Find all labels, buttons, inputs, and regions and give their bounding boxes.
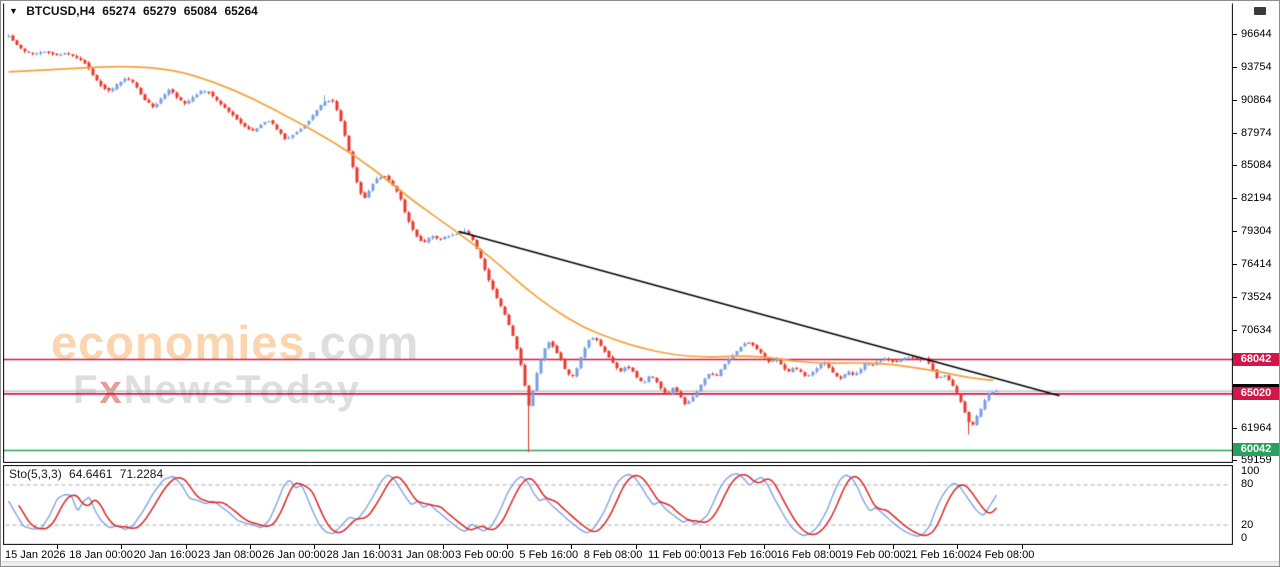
- date-axis-label: 20 Jan 16:00: [133, 549, 198, 561]
- chart-window: economies.com FxNewsToday ▼ BTCUSD,H4 65…: [0, 0, 1280, 567]
- price-axis-label: 73524: [1241, 290, 1272, 303]
- price-axis-tick: [1233, 231, 1237, 233]
- price-axis-label: 79304: [1241, 225, 1272, 238]
- price-axis-tick: [1233, 459, 1237, 461]
- date-axis-label: 3 Feb 00:00: [455, 549, 514, 561]
- date-axis-label: 11 Feb 00:00: [648, 549, 713, 561]
- stochastic-label: Sto(5,3,3) 64.6461 71.2284: [9, 467, 167, 481]
- price-axis-tick: [1233, 329, 1237, 331]
- price-axis-label: 61964: [1241, 422, 1272, 435]
- price-axis-tick: [1233, 428, 1237, 430]
- date-axis-label: 31 Jan 08:00: [390, 549, 455, 561]
- quote-open: 65274: [102, 4, 136, 18]
- date-axis-label: 26 Jan 00:00: [262, 549, 326, 561]
- date-axis-tick: [957, 545, 959, 549]
- date-axis-tick: [571, 545, 573, 549]
- price-axis-tick: [1233, 263, 1237, 265]
- stochastic-k-value: 64.6461: [69, 467, 113, 481]
- date-axis-label: 13 Feb 16:00: [712, 549, 778, 561]
- price-axis-label: 96644: [1241, 28, 1272, 40]
- price-axis-label: 76414: [1241, 257, 1272, 270]
- stoch-scale-label: 0: [1241, 532, 1248, 544]
- stochastic-d-value: 71.2284: [119, 467, 164, 481]
- date-axis-label: 18 Jan 00:00: [69, 549, 133, 561]
- symbol-period-label: BTCUSD,H4: [26, 4, 95, 18]
- stoch-scale-label: 80: [1241, 478, 1254, 491]
- date-axis-label: 5 Feb 16:00: [519, 549, 579, 561]
- date-axis-label: 16 Feb 08:00: [776, 549, 842, 561]
- date-axis-tick: [57, 545, 58, 549]
- date-axis-label: 15 Jan 2026: [5, 549, 66, 561]
- date-axis-tick: [700, 545, 701, 549]
- level-price-tag: 60042: [1233, 443, 1279, 457]
- price-axis-tick: [1233, 165, 1237, 167]
- date-axis-tick: [378, 545, 380, 549]
- price-axis-label: 70634: [1241, 323, 1272, 336]
- price-chart-canvas[interactable]: [3, 3, 1233, 463]
- price-axis-label: 93754: [1241, 60, 1272, 73]
- price-axis-label: 90864: [1241, 93, 1272, 106]
- date-axis-tick: [635, 545, 637, 549]
- price-axis-tick: [1233, 99, 1237, 101]
- symbol-dropdown-icon[interactable]: ▼: [9, 6, 18, 16]
- date-axis-label: 21 Feb 16:00: [905, 549, 971, 561]
- date-axis-tick: [121, 545, 123, 549]
- date-axis-label: 19 Feb 00:00: [840, 549, 906, 561]
- stoch-scale-label: 100: [1241, 465, 1260, 477]
- price-axis-tick: [1233, 296, 1237, 298]
- stochastic-canvas[interactable]: [3, 465, 1233, 545]
- date-axis-tick: [828, 545, 830, 549]
- stochastic-name: Sto(5,3,3): [9, 467, 62, 481]
- date-axis-tick: [764, 545, 766, 549]
- date-axis-tick: [1021, 545, 1023, 549]
- date-axis-label: 23 Jan 08:00: [197, 549, 262, 561]
- price-axis-label: 82194: [1241, 192, 1272, 205]
- quote-bar: ▼ BTCUSD,H4 65274 65279 65084 65264: [9, 4, 262, 18]
- quote-low: 65084: [183, 4, 218, 18]
- price-axis-tick: [1233, 66, 1237, 68]
- stoch-scale-label: 20: [1241, 518, 1254, 531]
- level-price-tag: 68042: [1233, 352, 1279, 366]
- price-axis-label: 87974: [1241, 126, 1272, 139]
- price-axis-label: 85084: [1241, 159, 1272, 172]
- quote-close: 65264: [224, 4, 258, 18]
- date-axis-tick: [314, 545, 316, 549]
- price-axis-tick: [1233, 198, 1237, 200]
- corner-mark-icon: [1254, 7, 1266, 15]
- date-axis-tick: [185, 545, 187, 549]
- price-axis-tick: [1233, 132, 1237, 134]
- level-price-tag: 65020: [1233, 386, 1279, 400]
- date-axis-tick: [442, 545, 444, 549]
- bottom-strip: [2, 561, 1279, 566]
- quote-high: 65279: [143, 4, 177, 18]
- date-axis-tick: [892, 545, 894, 549]
- date-axis-tick: [249, 545, 251, 549]
- date-axis-tick: [507, 545, 509, 549]
- price-axis-tick: [1233, 34, 1237, 35]
- date-axis-label: 24 Feb 08:00: [969, 549, 1035, 561]
- date-axis-label: 8 Feb 08:00: [583, 549, 643, 561]
- date-axis-label: 28 Jan 16:00: [326, 549, 391, 561]
